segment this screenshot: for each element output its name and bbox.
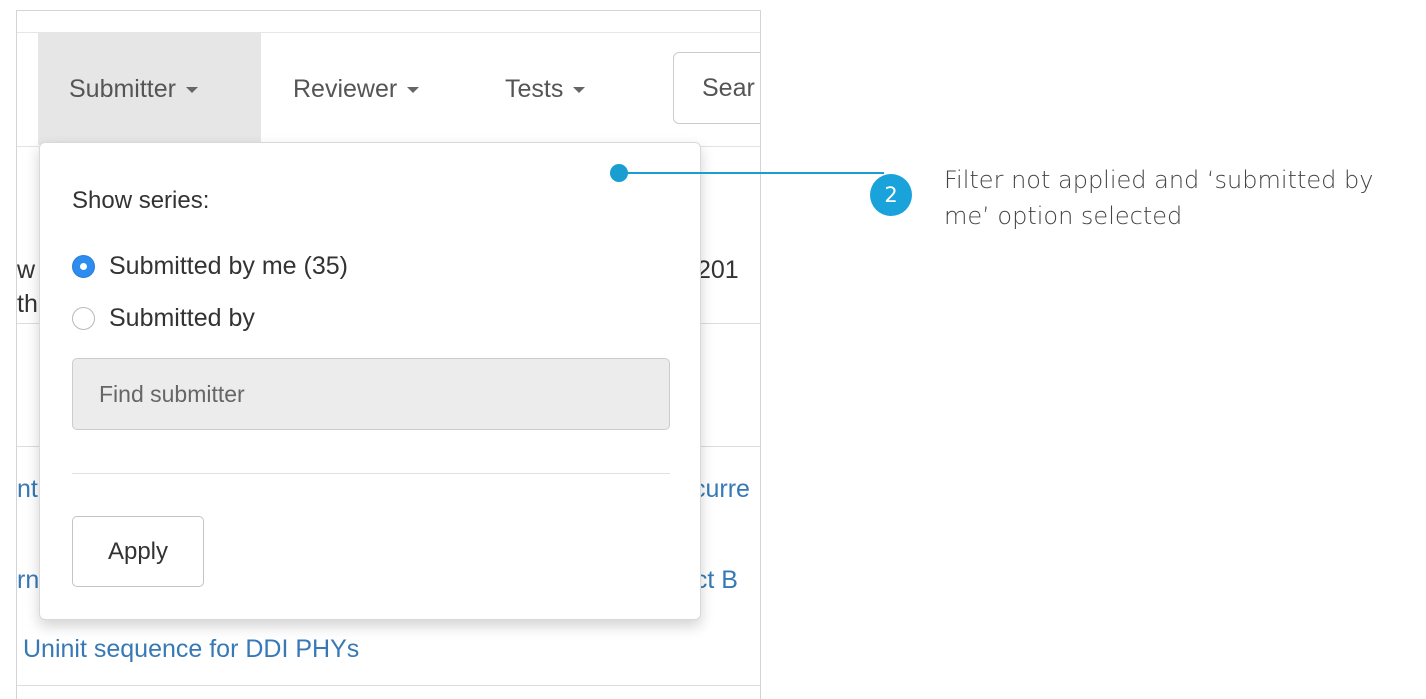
find-submitter-placeholder: Find submitter — [99, 380, 245, 407]
app-screenshot-frame: Submitter Reviewer Tests Sear w th 201 n… — [16, 10, 761, 699]
row-text-fragment: w — [17, 256, 36, 284]
radio-submitted-by[interactable]: Submitted by — [72, 304, 255, 333]
tests-dropdown-toggle[interactable]: Tests — [505, 33, 586, 145]
reviewer-dropdown-toggle[interactable]: Reviewer — [293, 33, 420, 145]
caret-down-icon — [185, 87, 198, 93]
search-input[interactable]: Sear — [673, 52, 760, 124]
submitter-label: Submitter — [69, 74, 176, 103]
callout-connector-line — [620, 172, 884, 174]
caret-down-icon — [573, 87, 586, 93]
tests-label: Tests — [505, 74, 564, 103]
series-title-link[interactable]: Uninit sequence for DDI PHYs — [23, 635, 359, 664]
find-submitter-input[interactable]: Find submitter — [72, 358, 670, 430]
submitter-dropdown-toggle[interactable]: Submitter — [38, 33, 261, 145]
row-link-fragment[interactable]: rn — [17, 566, 39, 595]
radio-unchecked-icon[interactable] — [72, 307, 95, 330]
row-divider — [17, 685, 760, 686]
submitter-filter-dropdown: Show series: Submitted by me (35) Submit… — [39, 142, 701, 620]
row-link-fragment[interactable]: curre — [693, 475, 750, 504]
show-series-title: Show series: — [72, 187, 210, 214]
row-link-fragment[interactable]: nt — [17, 475, 38, 504]
dropdown-divider — [72, 473, 670, 474]
callout-description: Filter not applied and ‘submitted by me’… — [944, 166, 1374, 230]
reviewer-label: Reviewer — [293, 74, 398, 103]
top-strip — [17, 11, 760, 33]
row-text-fragment: th — [17, 290, 38, 318]
row-date-fragment: 201 — [697, 256, 739, 284]
search-placeholder: Sear — [702, 73, 755, 102]
apply-button[interactable]: Apply — [72, 516, 204, 587]
filter-navbar: Submitter Reviewer Tests Sear — [17, 33, 760, 147]
caret-down-icon — [407, 87, 420, 93]
radio-submitted-by-me[interactable]: Submitted by me (35) — [72, 252, 348, 281]
radio-label: Submitted by — [109, 304, 255, 332]
radio-checked-icon[interactable] — [72, 255, 95, 278]
callout-number-badge: 2 — [870, 174, 912, 216]
radio-label: Submitted by me (35) — [109, 252, 348, 280]
